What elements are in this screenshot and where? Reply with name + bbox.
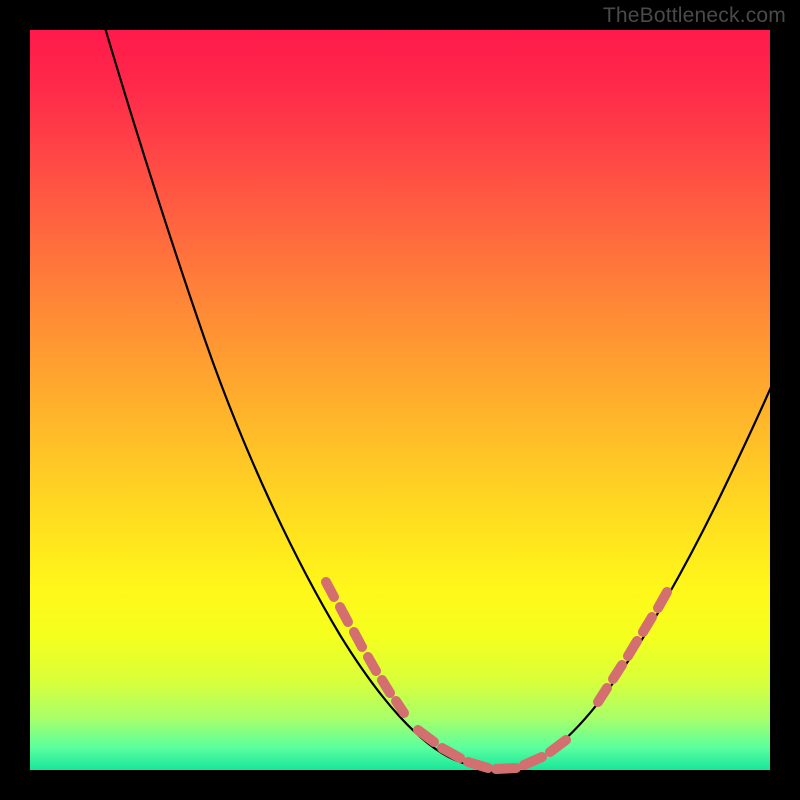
chart-overlay-svg xyxy=(0,0,800,800)
highlight-band-right xyxy=(598,592,667,702)
highlight-band-bottom xyxy=(418,730,566,769)
bottleneck-curve xyxy=(88,0,782,770)
chart-frame: TheBottleneck.com xyxy=(0,0,800,800)
watermark-text: TheBottleneck.com xyxy=(603,4,786,28)
highlight-band-left xyxy=(326,582,404,713)
